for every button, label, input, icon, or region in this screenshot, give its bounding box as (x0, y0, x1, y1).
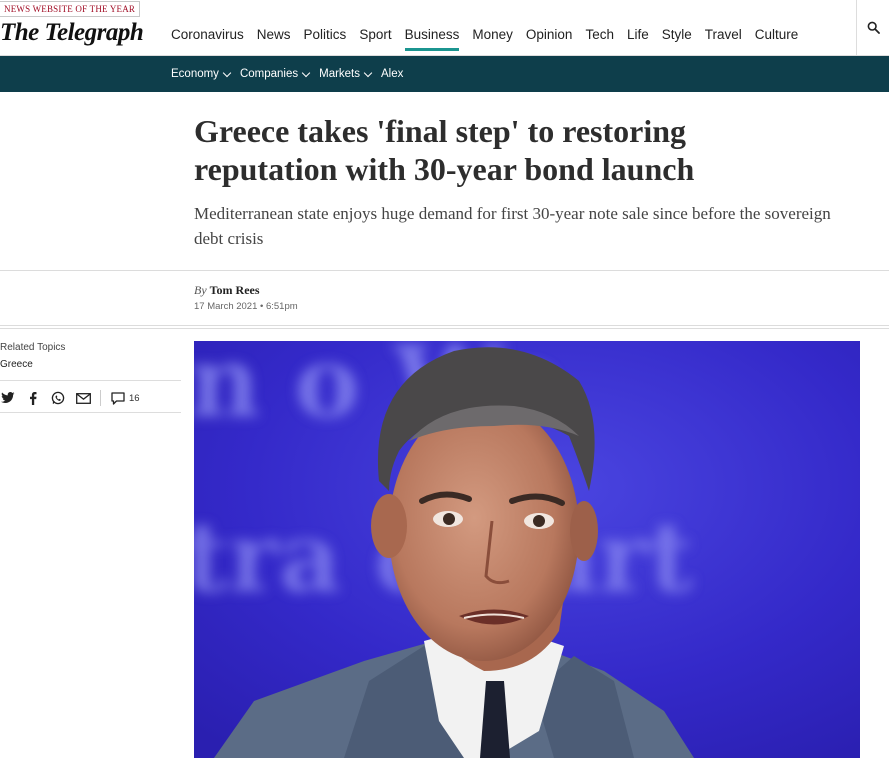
divider (0, 328, 889, 329)
subnav-alex-label: Alex (381, 68, 404, 80)
nav-politics[interactable]: Politics (304, 27, 347, 51)
author-link[interactable]: Tom Rees (210, 283, 260, 297)
nav-tech[interactable]: Tech (585, 27, 614, 51)
whatsapp-icon[interactable] (50, 390, 66, 406)
nav-business[interactable]: Business (404, 27, 460, 51)
divider (0, 412, 181, 413)
nav-opinion[interactable]: Opinion (526, 27, 573, 51)
share-bar: 16 (0, 389, 140, 407)
byline: By Tom Rees (194, 283, 260, 298)
nav-style[interactable]: Style (662, 27, 692, 51)
facebook-icon[interactable] (25, 390, 41, 406)
share-separator (100, 390, 101, 406)
chevron-down-icon (301, 68, 311, 77)
search-icon (867, 21, 880, 34)
nav-sport[interactable]: Sport (359, 27, 391, 51)
related-topic-link[interactable]: Greece (0, 359, 33, 370)
subnav-economy-label: Economy (171, 68, 219, 80)
nav-coronavirus[interactable]: Coronavirus (171, 27, 244, 51)
article-standfirst: Mediterranean state enjoys huge demand f… (194, 204, 831, 248)
twitter-icon[interactable] (0, 390, 16, 406)
nav-life[interactable]: Life (627, 27, 649, 51)
award-badge: NEWS WEBSITE OF THE YEAR (0, 1, 141, 17)
site-header: NEWS WEBSITE OF THE YEAR The Telegraph C… (0, 0, 889, 56)
nav-travel[interactable]: Travel (705, 27, 742, 51)
nav-money[interactable]: Money (472, 27, 513, 51)
subnav-markets-label: Markets (319, 68, 361, 80)
email-icon[interactable] (75, 390, 91, 406)
lead-image: n o Wo tra c Part (194, 341, 860, 758)
subnav-alex[interactable]: Alex (381, 68, 403, 80)
divider (0, 270, 889, 271)
subnav-companies[interactable]: Companies (239, 68, 311, 80)
section-subnav: Economy Companies Markets Alex (0, 56, 889, 92)
subnav-companies-label: Companies (239, 68, 299, 80)
subnav-economy[interactable]: Economy (171, 68, 232, 80)
nav-culture[interactable]: Culture (755, 27, 799, 51)
nav-news[interactable]: News (257, 27, 291, 51)
main-nav: Coronavirus News Politics Sport Business… (171, 27, 811, 51)
article-headline: Greece takes 'final step' to restoring r… (194, 113, 695, 187)
comment-count[interactable]: 16 (129, 393, 140, 404)
chevron-down-icon (363, 68, 373, 77)
divider (0, 380, 181, 381)
telegraph-logo[interactable]: The Telegraph (0, 19, 144, 47)
byline-prefix: By (194, 283, 207, 297)
chevron-down-icon (222, 68, 232, 77)
search-button[interactable] (856, 0, 889, 55)
subnav-markets[interactable]: Markets (319, 68, 373, 80)
comment-icon[interactable] (110, 390, 126, 406)
related-topics-label: Related Topics (0, 342, 66, 353)
divider (0, 325, 889, 326)
publish-date: 17 March 2021 • 6:51pm (194, 301, 298, 312)
